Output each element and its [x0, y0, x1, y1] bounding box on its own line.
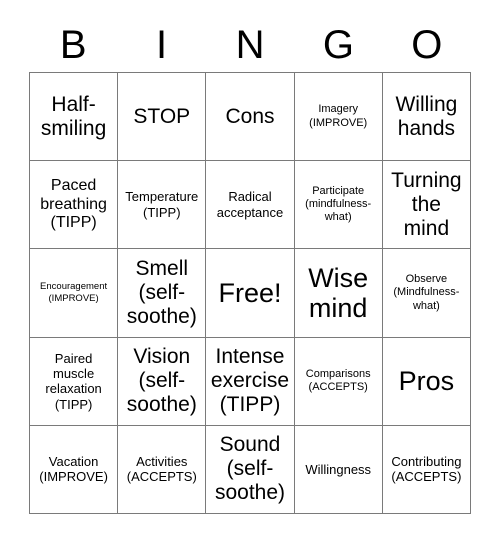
bingo-cell-label: Pros [398, 366, 455, 397]
bingo-cell-r5-c3[interactable]: Sound (self- soothe) [206, 425, 295, 514]
bingo-cell-r5-c4[interactable]: Willingness [294, 425, 383, 514]
bingo-cell-label: Willing hands [395, 92, 458, 140]
bingo-cell-label: Radical acceptance [216, 189, 284, 220]
bingo-cell-label: Intense exercise (TIPP) [210, 345, 290, 417]
header-letter-o: O [411, 23, 443, 67]
bingo-cell-label: Vision (self- soothe) [126, 345, 197, 417]
bingo-cell-r3-c5[interactable]: Observe (Mindfulness- what) [382, 249, 471, 338]
bingo-cell-r1-c1[interactable]: Half- smiling [30, 73, 119, 162]
bingo-cell-r4-c3[interactable]: Intense exercise (TIPP) [206, 337, 295, 426]
bingo-cell-r4-c4[interactable]: Comparisons (ACCEPTS) [294, 337, 383, 426]
bingo-cell-r4-c5[interactable]: Pros [382, 337, 471, 426]
bingo-cell-r2-c4[interactable]: Participate (mindfulness- what) [294, 161, 383, 250]
bingo-cell-r1-c3[interactable]: Cons [206, 73, 295, 162]
header-letter-g: G [322, 23, 354, 67]
bingo-cell-label: Free! [218, 277, 282, 308]
bingo-cell-label: Wise mind [308, 262, 369, 323]
bingo-cell-r1-c4[interactable]: Imagery (IMPROVE) [294, 73, 383, 162]
bingo-cell-r3-c2[interactable]: Smell (self- soothe) [118, 249, 207, 338]
bingo-cell-label: Willingness [305, 461, 372, 477]
bingo-grid: Half- smiling STOP Cons Imagery (IMPROVE) Wi… [29, 72, 471, 514]
bingo-cell-label: Paired muscle relaxation (TIPP) [45, 350, 102, 412]
bingo-cell-r2-c5[interactable]: Turning the mind [382, 161, 471, 250]
bingo-cell-r2-c1[interactable]: Paced breathing (TIPP) [30, 161, 119, 250]
bingo-cell-label: Activities (ACCEPTS) [126, 454, 197, 485]
bingo-cell-r1-c5[interactable]: Willing hands [382, 73, 471, 162]
bingo-cell-r5-c2[interactable]: Activities (ACCEPTS) [118, 425, 207, 514]
bingo-cell-label: Half- smiling [40, 92, 107, 140]
bingo-cell-r3-c1[interactable]: Encouragement (IMPROVE) [30, 249, 119, 338]
bingo-cell-r5-c1[interactable]: Vacation (IMPROVE) [30, 425, 119, 514]
bingo-cell-label: Contributing (ACCEPTS) [391, 454, 462, 485]
bingo-cell-label: Imagery (IMPROVE) [309, 103, 368, 129]
bingo-header-row: B I N G O [29, 18, 471, 72]
bingo-cell-label: Comparisons (ACCEPTS) [305, 368, 371, 394]
bingo-cell-r4-c1[interactable]: Paired muscle relaxation (TIPP) [30, 337, 119, 426]
bingo-cell-r2-c2[interactable]: Temperature (TIPP) [118, 161, 207, 250]
bingo-cell-label: Turning the mind [391, 168, 462, 240]
bingo-cell-label: Participate (mindfulness- what) [305, 185, 372, 224]
bingo-cell-label: Cons [225, 104, 275, 128]
header-letter-b: B [59, 23, 87, 67]
bingo-cell-label: Sound (self- soothe) [214, 433, 286, 505]
bingo-cell-label: Vacation (IMPROVE) [39, 454, 108, 485]
bingo-cell-r1-c2[interactable]: STOP [118, 73, 207, 162]
bingo-cell-label: Temperature (TIPP) [125, 189, 199, 220]
header-letter-i: I [156, 23, 168, 67]
bingo-cell-r3-c4[interactable]: Wise mind [294, 249, 383, 338]
bingo-cell-label: Encouragement (IMPROVE) [40, 281, 108, 304]
bingo-cell-label: Smell (self- soothe) [126, 257, 197, 328]
bingo-cell-r4-c2[interactable]: Vision (self- soothe) [118, 337, 207, 426]
bingo-cell-label: Paced breathing (TIPP) [40, 176, 107, 232]
bingo-cell-r5-c5[interactable]: Contributing (ACCEPTS) [382, 425, 471, 514]
bingo-cell-label: Observe (Mindfulness- what) [393, 273, 460, 312]
bingo-cell-free-space[interactable]: Free! [206, 249, 295, 338]
bingo-card: B I N G O Half- smiling STOP Cons Imagery (… [0, 0, 500, 544]
header-letter-n: N [235, 23, 265, 67]
bingo-cell-r2-c3[interactable]: Radical acceptance [206, 161, 295, 250]
bingo-cell-label: STOP [133, 104, 191, 128]
